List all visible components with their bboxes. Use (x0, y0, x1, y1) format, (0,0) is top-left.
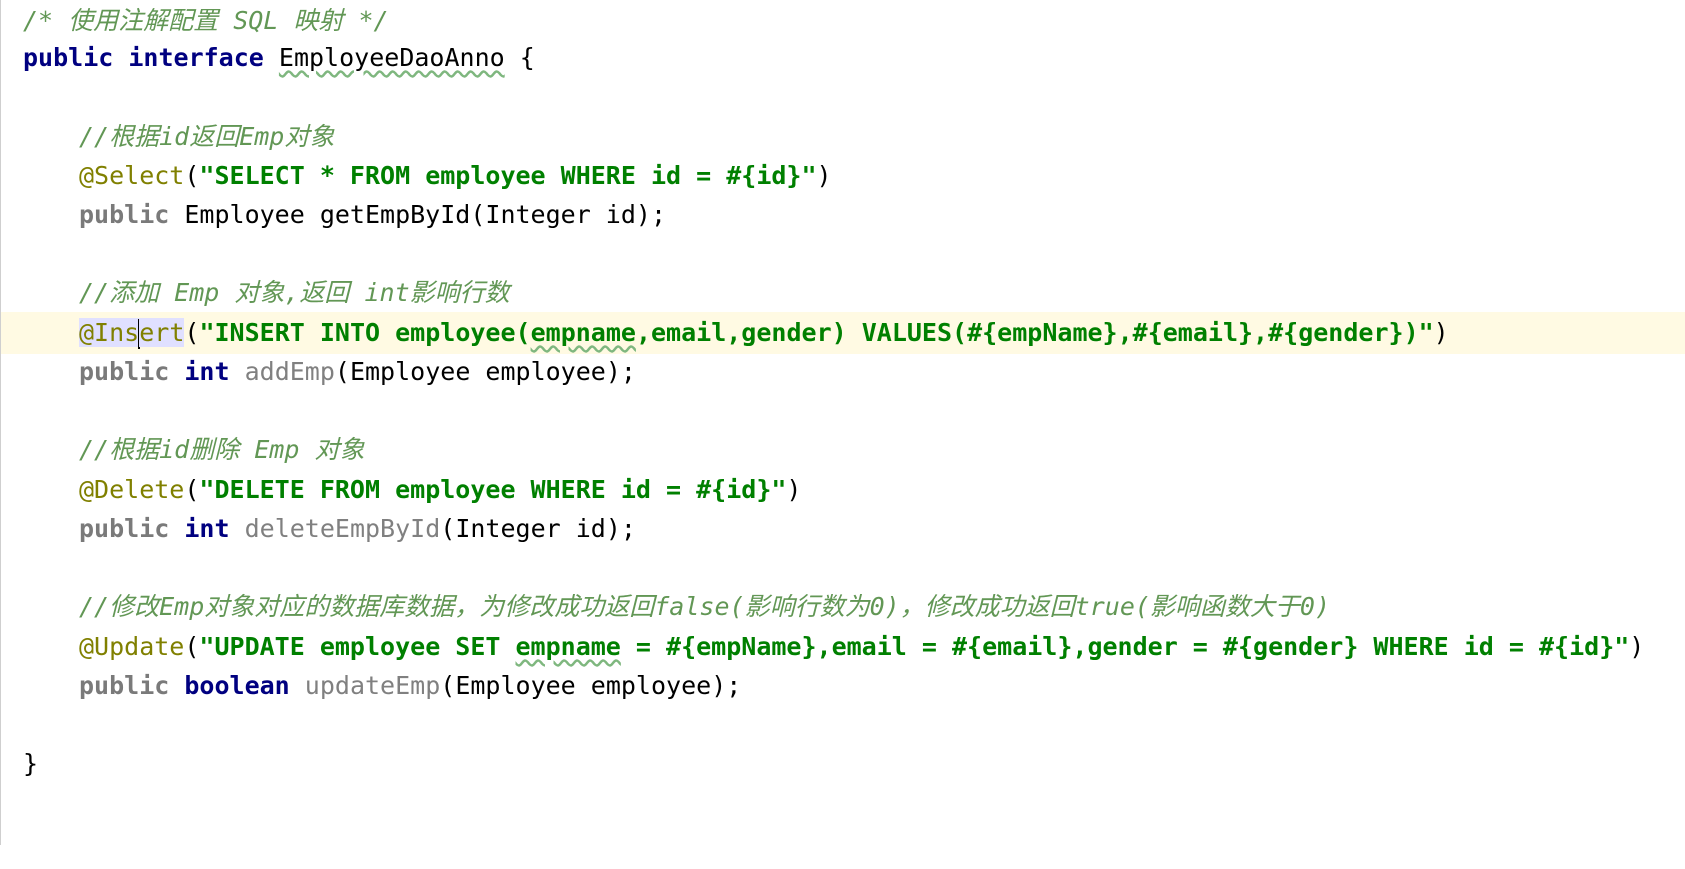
update-emp-declaration: public boolean updateEmp(Employee employ… (79, 665, 741, 707)
method-name-delete-emp: deleteEmpById (244, 514, 441, 543)
sql-fragment: "UPDATE employee SET (199, 632, 516, 661)
code-line[interactable]: public interface EmployeeDaoAnno { (1, 37, 1685, 79)
code-line[interactable]: public int addEmp(Employee employee); (1, 351, 1685, 393)
add-emp-declaration: public int addEmp(Employee employee); (79, 351, 636, 393)
delete-sql-string: "DELETE FROM employee WHERE id = #{id}" (199, 475, 787, 504)
interface-declaration: public interface EmployeeDaoAnno { (23, 37, 535, 79)
insert-annotation-part: rt (154, 318, 185, 347)
code-line[interactable]: } (1, 743, 1685, 785)
delete-annotation: @Delete (79, 475, 185, 504)
interface-name: EmployeeDaoAnno (278, 43, 505, 72)
keyword-boolean: boolean (184, 671, 290, 700)
get-emp-by-id-declaration: public Employee getEmpById(Integer id); (79, 194, 666, 236)
paren-open: ( (184, 318, 200, 347)
code-line[interactable]: public boolean updateEmp(Employee employ… (1, 665, 1685, 707)
sql-column-empname: empname (515, 632, 621, 661)
comment-update-emp: //修改Emp对象对应的数据库数据，为修改成功返回false(影响行数为0)，修… (79, 592, 1331, 621)
keyword-int: int (184, 357, 230, 386)
sql-column-empname: empname (530, 318, 636, 347)
code-line[interactable]: @Delete("DELETE FROM employee WHERE id =… (1, 469, 1685, 511)
paren-open: ( (184, 475, 200, 504)
delete-emp-declaration: public int deleteEmpById(Integer id); (79, 508, 636, 550)
paren-close: ) (1433, 318, 1449, 347)
code-line[interactable]: @Update("UPDATE employee SET empname = #… (1, 626, 1685, 668)
comment-delete-emp: //根据id删除 Emp 对象 (79, 435, 365, 464)
close-brace: } (23, 749, 39, 778)
keyword-int: int (184, 514, 230, 543)
code-line[interactable]: //根据id返回Emp对象 (1, 116, 1685, 158)
method-params: (Employee employee); (440, 671, 742, 700)
open-brace: { (504, 43, 535, 72)
comment-get-by-id: //根据id返回Emp对象 (79, 122, 335, 151)
keyword-public: public (79, 514, 170, 543)
paren-close: ) (816, 161, 832, 190)
keyword-interface: interface (128, 43, 264, 72)
code-line[interactable]: public int deleteEmpById(Integer id); (1, 508, 1685, 550)
method-params: (Integer id); (440, 514, 636, 543)
select-annotation: @Select (79, 161, 185, 190)
keyword-public: public (79, 357, 170, 386)
method-signature: Employee getEmpById(Integer id); (169, 200, 667, 229)
paren-open: ( (184, 161, 200, 190)
code-line[interactable]: public Employee getEmpById(Integer id); (1, 194, 1685, 236)
code-line[interactable]: //根据id删除 Emp 对象 (1, 429, 1685, 471)
update-annotation: @Update (79, 632, 185, 661)
insert-annotation-part: e (139, 318, 155, 347)
insert-annotation-line: @Insert("INSERT INTO employee(empname,em… (79, 312, 1449, 354)
method-params: (Employee employee); (334, 357, 636, 386)
sql-fragment: = #{empName},email = #{email},gender = #… (620, 632, 1630, 661)
current-code-line[interactable]: @Insert("INSERT INTO employee(empname,em… (1, 312, 1685, 354)
insert-annotation-part: @Ins (79, 318, 140, 347)
paren-open: ( (184, 632, 200, 661)
code-line[interactable]: @Select("SELECT * FROM employee WHERE id… (1, 155, 1685, 197)
code-line[interactable]: //修改Emp对象对应的数据库数据，为修改成功返回false(影响行数为0)，修… (1, 586, 1685, 628)
update-sql-string: "UPDATE employee SET empname = #{empName… (199, 632, 1629, 661)
sql-fragment: "INSERT INTO employee( (199, 318, 531, 347)
paren-close: ) (786, 475, 802, 504)
insert-annotation: @Insert (79, 318, 185, 349)
method-name-update-emp: updateEmp (304, 671, 441, 700)
code-line[interactable]: //添加 Emp 对象,返回 int影响行数 (1, 272, 1685, 314)
keyword-public: public (23, 43, 114, 72)
insert-sql-string: "INSERT INTO employee(empname,email,gend… (199, 318, 1433, 347)
select-annotation-line: @Select("SELECT * FROM employee WHERE id… (79, 155, 832, 197)
sql-fragment: ,email,gender) VALUES(#{empName},#{email… (635, 318, 1434, 347)
delete-annotation-line: @Delete("DELETE FROM employee WHERE id =… (79, 469, 801, 511)
code-line[interactable]: /* 使用注解配置 SQL 映射 */ (1, 0, 1685, 42)
keyword-public: public (79, 200, 170, 229)
method-name-add-emp: addEmp (244, 357, 335, 386)
paren-close: ) (1629, 632, 1645, 661)
code-editor[interactable]: /* 使用注解配置 SQL 映射 */ public interface Emp… (0, 0, 1685, 845)
select-sql-string: "SELECT * FROM employee WHERE id = #{id}… (199, 161, 817, 190)
comment-add-emp: //添加 Emp 对象,返回 int影响行数 (79, 278, 510, 307)
update-annotation-line: @Update("UPDATE employee SET empname = #… (79, 626, 1644, 668)
keyword-public: public (79, 671, 170, 700)
header-comment: /* 使用注解配置 SQL 映射 */ (23, 6, 389, 35)
